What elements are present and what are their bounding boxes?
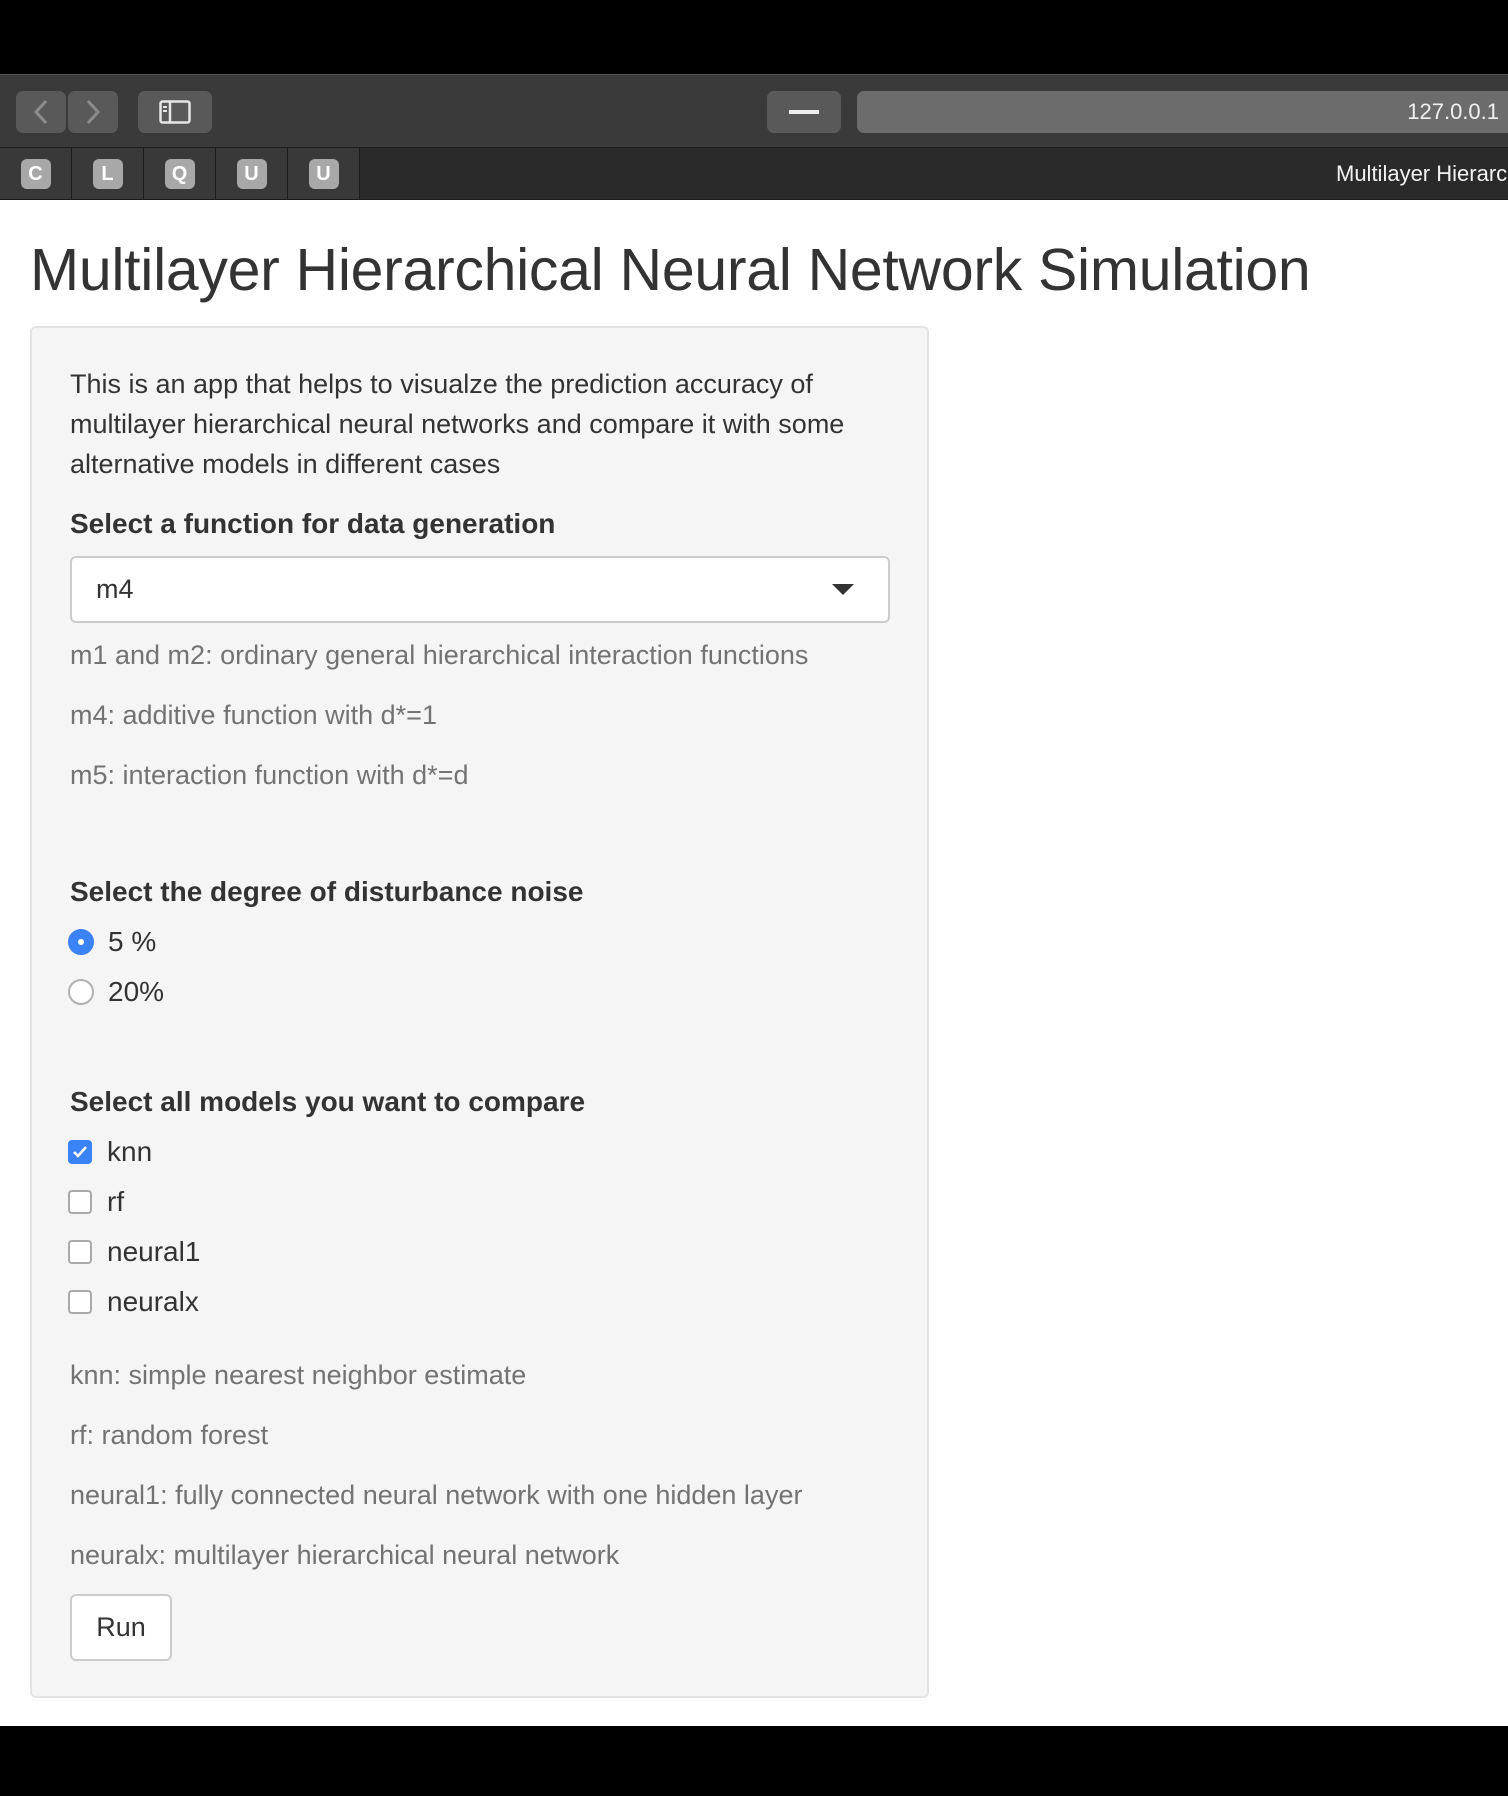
noise-option-20[interactable]: 20% (68, 976, 164, 1008)
pinned-tab[interactable]: Q (144, 148, 216, 199)
back-button[interactable] (16, 91, 66, 133)
run-button[interactable]: Run (70, 1594, 172, 1661)
browser-toolbar: 127.0.0.1 (0, 74, 1508, 148)
pinned-tab[interactable]: C (0, 148, 72, 199)
radio-label: 5 % (108, 926, 157, 957)
checkbox[interactable] (68, 1190, 92, 1214)
model-option-knn[interactable]: knn (68, 1136, 152, 1168)
function-select-value: m4 (96, 574, 134, 604)
active-tab-title[interactable]: Multilayer Hierarchical Neural Network S… (1336, 148, 1508, 199)
noise-option-5[interactable]: 5 % (68, 926, 156, 958)
function-help-text: m1 and m2: ordinary general hierarchical… (70, 640, 809, 670)
model-help-text: knn: simple nearest neighbor estimate (70, 1360, 527, 1390)
url-text: 127.0.0.1 (1407, 99, 1499, 124)
model-help-text: neural1: fully connected neural network … (70, 1480, 803, 1510)
model-help-text: rf: random forest (70, 1420, 269, 1450)
function-help-text: m5: interaction function with d*=d (70, 760, 469, 790)
checkbox-label: knn (107, 1136, 153, 1167)
checkbox-label: neuralx (107, 1286, 199, 1317)
function-help-text: m4: additive function with d*=1 (70, 700, 437, 730)
minimize-button[interactable] (767, 91, 841, 133)
address-bar[interactable]: 127.0.0.1 (857, 91, 1508, 133)
page-title: Multilayer Hierarchical Neural Network S… (30, 237, 1311, 303)
pinned-tab-icon: Q (164, 158, 195, 189)
pinned-tab[interactable]: U (288, 148, 360, 199)
model-option-rf[interactable]: rf (68, 1186, 124, 1218)
function-select[interactable]: m4 (70, 556, 890, 623)
forward-button[interactable] (68, 91, 118, 133)
model-option-neural1[interactable]: neural1 (68, 1236, 200, 1268)
checkbox[interactable] (68, 1240, 92, 1264)
intro-text: This is an app that helps to visualze th… (70, 369, 845, 479)
model-help-text: neuralx: multilayer hierarchical neural … (70, 1540, 620, 1570)
checkbox[interactable] (68, 1290, 92, 1314)
model-option-neuralx[interactable]: neuralx (68, 1286, 199, 1318)
radio-button[interactable] (68, 979, 94, 1005)
tab-bar: C L Q U U Multilayer Hierarchical Neural… (0, 147, 1508, 201)
checkbox-label: neural1 (107, 1236, 201, 1267)
models-label: Select all models you want to compare (70, 1086, 586, 1117)
pinned-tab-icon: L (92, 158, 123, 189)
chevron-left-icon (33, 99, 48, 125)
minus-icon (789, 110, 819, 114)
sidebar-icon (159, 100, 191, 124)
pinned-tab-icon: U (308, 158, 339, 189)
radio-button[interactable] (68, 929, 94, 955)
radio-label: 20% (108, 976, 165, 1007)
pinned-tab[interactable]: U (216, 148, 288, 199)
caret-down-icon (832, 584, 854, 595)
checkmark-icon (73, 1146, 87, 1158)
chevron-right-icon (86, 99, 101, 125)
sidebar-panel: This is an app that helps to visualze th… (30, 326, 929, 1698)
function-select-label: Select a function for data generation (70, 508, 556, 539)
checkbox[interactable] (68, 1140, 92, 1164)
checkbox-label: rf (107, 1186, 125, 1217)
noise-label: Select the degree of disturbance noise (70, 876, 584, 907)
sidebar-toggle-button[interactable] (138, 91, 212, 133)
pinned-tab-icon: U (236, 158, 267, 189)
pinned-tab-icon: C (20, 158, 51, 189)
page-content: Multilayer Hierarchical Neural Network S… (0, 200, 1508, 1726)
pinned-tab[interactable]: L (72, 148, 144, 199)
